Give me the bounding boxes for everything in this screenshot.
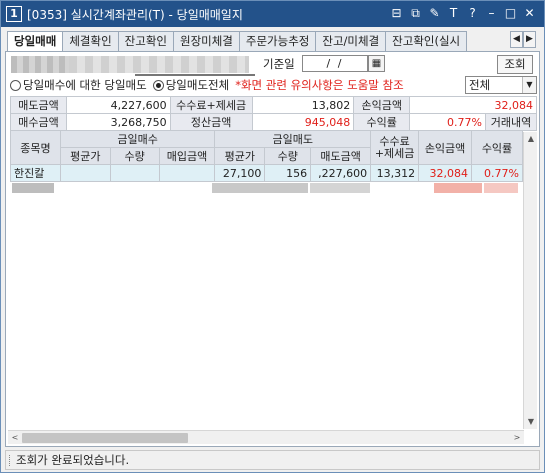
obscured-return: [484, 183, 518, 193]
radio-sell-all[interactable]: 당일매도전체: [152, 77, 230, 93]
col-buy-avg[interactable]: 평균가: [59, 147, 111, 165]
col-sell-amount[interactable]: 매도금액: [310, 147, 372, 165]
cell-pnl: 32,084: [418, 164, 473, 182]
col-buy-amount[interactable]: 매입금액: [158, 147, 216, 165]
trade-grid: 종목명 금일매수 금일매도 수수료 +제세금 손익금액 수익률 평균가 수량 매…: [10, 130, 523, 182]
copy-icon[interactable]: ⧉: [407, 5, 424, 22]
cell-buy-qty: [109, 164, 160, 182]
filter-row: 당일매수에 대한 당일매도 당일매도전체 *화면 관련 유의사항은 도움말 참조: [10, 76, 404, 94]
scroll-left-icon[interactable]: <: [8, 431, 22, 445]
window-title: [0353] 실시간계좌관리(T) - 당일매매일지: [27, 7, 243, 22]
tab-balance-unfilled[interactable]: 잔고/미체결: [315, 31, 387, 51]
col-sell-qty[interactable]: 수량: [264, 147, 312, 165]
tab-bar: 당일매매 체결확인 잔고확인 원장미체결 주문가능추정 잔고/미체결 잔고확인(…: [7, 31, 468, 52]
chevron-down-icon[interactable]: ▼: [522, 77, 536, 93]
pnl-value: 32,084: [409, 96, 537, 114]
tab-balance-realtime[interactable]: 잔고확인(실시: [385, 31, 468, 51]
table-row[interactable]: 한진칼 27,100 156 ,227,600 13,312 32,084 0.…: [10, 164, 523, 182]
obscured-stock: [12, 183, 54, 193]
fee-tax-label: 수수료+제세금: [169, 96, 253, 114]
settle-label: 정산금액: [169, 113, 253, 131]
cell-return: 0.77%: [471, 164, 523, 182]
title-bar[interactable]: 1 [0353] 실시간계좌관리(T) - 당일매매일지 ⊟ ⧉ ✎ T ? –…: [1, 1, 544, 27]
return-label: 수익률: [353, 113, 411, 131]
minimize-icon[interactable]: –: [483, 5, 500, 22]
maximize-icon[interactable]: □: [502, 5, 519, 22]
tab-scroll-arrows: ◀ ▶: [510, 31, 536, 48]
buy-amount-value: 3,268,750: [65, 113, 171, 131]
account-number-field[interactable]: [11, 56, 69, 73]
scope-select-value: 전체: [469, 78, 491, 92]
font-icon[interactable]: T: [445, 5, 462, 22]
screen-number-badge: 1: [6, 6, 22, 22]
help-icon[interactable]: ?: [464, 5, 481, 22]
col-group-buy: 금일매수: [59, 130, 216, 148]
radio-buy-sell-indicator[interactable]: [10, 79, 21, 91]
horizontal-scrollbar[interactable]: < >: [8, 430, 524, 444]
cell-sell-qty: 156: [264, 164, 312, 182]
col-buy-qty[interactable]: 수량: [109, 147, 160, 165]
window-controls: ⊟ ⧉ ✎ T ? – □ ✕: [388, 5, 538, 22]
scroll-up-icon[interactable]: ▲: [524, 132, 538, 146]
col-fee[interactable]: 수수료 +제세금: [370, 130, 420, 165]
tab-daily-trade[interactable]: 당일매매: [7, 31, 64, 52]
tab-order-estimate[interactable]: 주문가능추정: [238, 31, 317, 51]
tab-prev-icon[interactable]: ◀: [510, 31, 523, 48]
layout-icon[interactable]: ⊟: [388, 5, 405, 22]
vertical-scrollbar[interactable]: ▲ ▼: [523, 132, 537, 429]
cell-stock: 한진칼: [10, 164, 61, 182]
tab-ledger-unfilled[interactable]: 원장미체결: [172, 31, 240, 51]
cell-buy-amount: [158, 164, 216, 182]
return-value: 0.77%: [409, 113, 486, 131]
pnl-label: 손익금액: [353, 96, 411, 114]
summary-table: 매도금액 4,227,600 수수료+제세금 13,802 손익금액 32,08…: [10, 96, 538, 131]
obscured-sell-amount: [310, 183, 370, 193]
scroll-down-icon[interactable]: ▼: [524, 415, 538, 429]
close-icon[interactable]: ✕: [521, 5, 538, 22]
tab-balance-check[interactable]: 잔고확인: [117, 31, 174, 51]
pin-icon[interactable]: ✎: [426, 5, 443, 22]
cell-sell-avg: 27,100: [214, 164, 266, 182]
cell-sell-amount: ,227,600: [310, 164, 372, 182]
grip-icon: [9, 455, 11, 466]
obscured-sell-avg: [212, 183, 308, 193]
sell-amount-label: 매도금액: [10, 96, 67, 114]
radio-sell-all-label: 당일매도전체: [165, 78, 230, 92]
sell-amount-value: 4,227,600: [65, 96, 171, 114]
help-notice: *화면 관련 유의사항은 도움말 참조: [235, 78, 404, 92]
col-group-sell: 금일매도: [214, 130, 372, 148]
fee-tax-value: 13,802: [251, 96, 355, 114]
col-stock[interactable]: 종목명: [10, 130, 61, 165]
cell-buy-avg: [59, 164, 111, 182]
account-name-field: [69, 56, 249, 73]
tab-next-icon[interactable]: ▶: [523, 31, 536, 48]
main-window: 1 [0353] 실시간계좌관리(T) - 당일매매일지 ⊟ ⧉ ✎ T ? –…: [0, 0, 545, 473]
radio-buy-sell[interactable]: 당일매수에 대한 당일매도: [10, 77, 147, 93]
date-label: 기준일: [263, 57, 295, 71]
col-pnl[interactable]: 손익금액: [418, 130, 473, 165]
status-message: 조회가 완료되었습니다.: [16, 453, 130, 467]
content-panel: 기준일 / / ▦ 조회 당일매수에 대한 당일매도 당일매도전체 *화면 관련…: [5, 51, 540, 447]
history-button[interactable]: 거래내역: [484, 113, 538, 131]
query-button[interactable]: 조회: [497, 55, 533, 74]
calendar-icon[interactable]: ▦: [368, 55, 385, 72]
cell-fee: 13,312: [370, 164, 420, 182]
buy-amount-label: 매수금액: [10, 113, 67, 131]
radio-sell-all-indicator[interactable]: [152, 79, 164, 91]
date-input[interactable]: / /: [302, 55, 368, 72]
tab-execution-check[interactable]: 체결확인: [62, 31, 119, 51]
scope-select[interactable]: 전체 ▼: [465, 76, 537, 94]
radio-buy-sell-label: 당일매수에 대한 당일매도: [23, 78, 147, 92]
col-sell-avg[interactable]: 평균가: [214, 147, 266, 165]
obscured-row: [12, 183, 518, 193]
status-bar: 조회가 완료되었습니다.: [5, 450, 540, 470]
scroll-right-icon[interactable]: >: [510, 431, 524, 445]
settle-value: 945,048: [251, 113, 355, 131]
col-return[interactable]: 수익률: [471, 130, 523, 165]
scroll-thumb[interactable]: [22, 433, 188, 443]
obscured-pnl: [434, 183, 482, 193]
